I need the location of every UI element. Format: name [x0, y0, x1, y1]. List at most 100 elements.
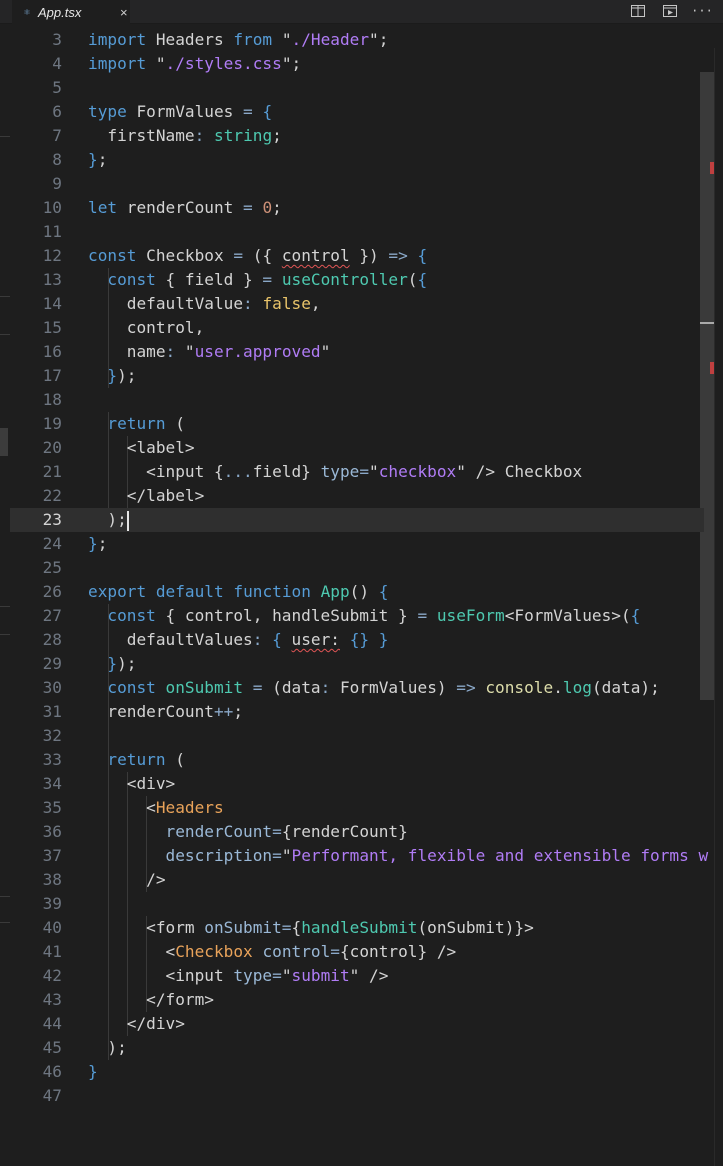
code-token: onSubmit [204, 918, 282, 937]
code-line[interactable]: 44 </div> [10, 1012, 704, 1036]
code-token: " [281, 846, 292, 865]
code-token: " /> [349, 966, 389, 985]
code-token: console [485, 678, 554, 697]
code-line[interactable]: 37 description="Performant, flexible and… [10, 844, 709, 868]
code-line[interactable]: 4 import "./styles.css"; [10, 52, 704, 76]
code-token: const [88, 246, 137, 265]
code-token: let [88, 198, 118, 217]
code-token: ++ [213, 702, 234, 721]
code-line[interactable]: 23 ); [10, 508, 704, 532]
line-code: <Headers [88, 796, 224, 820]
preview-icon[interactable] [659, 1, 681, 21]
divider [0, 334, 10, 335]
code-token: } [88, 654, 118, 673]
code-line[interactable]: 13 const { field } = useController({ [10, 268, 704, 292]
code-line[interactable]: 33 return ( [10, 748, 704, 772]
code-line[interactable]: 12 const Checkbox = ({ control }) => { [10, 244, 704, 268]
code-token: " [146, 54, 166, 73]
code-line[interactable]: 42 <input type="submit" /> [10, 964, 704, 988]
code-line[interactable]: 9 [10, 172, 704, 196]
code-line[interactable]: 20 <label> [10, 436, 704, 460]
code-line[interactable]: 28 defaultValues: { user: {} } [10, 628, 704, 652]
code-line[interactable]: 34 <div> [10, 772, 704, 796]
line-number: 10 [42, 198, 62, 217]
code-line[interactable]: 31 renderCount++; [10, 700, 704, 724]
code-line[interactable]: 18 [10, 388, 704, 412]
code-line[interactable]: 22 </label> [10, 484, 704, 508]
code-token: <input { [88, 462, 224, 481]
code-line[interactable]: 3 import Headers from "./Header"; [10, 28, 704, 52]
code-token: = [359, 462, 370, 481]
code-line[interactable]: 30 const onSubmit = (data: FormValues) =… [10, 676, 704, 700]
code-line[interactable]: 19 return ( [10, 412, 704, 436]
code-token: = [281, 918, 292, 937]
code-line[interactable]: 8}; [10, 148, 704, 172]
line-number: 35 [42, 798, 62, 817]
code-line[interactable]: 29 }); [10, 652, 704, 676]
line-code: <input type="submit" /> [88, 964, 389, 988]
code-token: " [175, 342, 195, 361]
code-line[interactable]: 14 defaultValue: false, [10, 292, 704, 316]
line-number: 29 [42, 654, 62, 673]
split-editor-icon[interactable] [627, 1, 649, 21]
code-line[interactable]: 6 type FormValues = { [10, 100, 704, 124]
code-token: " [320, 342, 331, 361]
code-token: = [243, 198, 253, 217]
code-line[interactable]: 21 <input {...field} type="checkbox" /> … [10, 460, 704, 484]
divider [0, 296, 10, 297]
code-token: : [243, 294, 253, 313]
code-line[interactable]: 27 const { control, handleSubmit } = use… [10, 604, 704, 628]
divider [0, 896, 10, 897]
code-line[interactable]: 15 control, [10, 316, 704, 340]
code-token: type [88, 102, 127, 121]
code-line[interactable]: 32 [10, 724, 704, 748]
code-line[interactable]: 38 /> [10, 868, 704, 892]
code-token: = [262, 270, 273, 289]
code-line[interactable]: 41 <Checkbox control={control} /> [10, 940, 704, 964]
line-number: 3 [52, 30, 62, 49]
code-line[interactable]: 36 renderCount={renderCount} [10, 820, 704, 844]
code-line[interactable]: 11 [10, 220, 704, 244]
code-token: } [88, 1062, 98, 1081]
code-line[interactable]: 45 ); [10, 1036, 704, 1060]
code-token: {control} /> [339, 942, 457, 961]
code-editor[interactable]: 3 import Headers from "./Header"; 4 import … [10, 24, 723, 1166]
code-line[interactable]: 39 [10, 892, 704, 916]
line-code: </div> [88, 1012, 185, 1036]
line-number: 15 [42, 318, 62, 337]
code-line[interactable]: 7 firstName: string; [10, 124, 704, 148]
close-tab-icon[interactable]: × [120, 5, 128, 20]
code-token: /> [88, 870, 166, 889]
line-code: </label> [88, 484, 205, 508]
code-line[interactable]: 40 <form onSubmit={handleSubmit(onSubmit… [10, 916, 704, 940]
code-token: " [272, 30, 292, 49]
code-token: Checkbox [136, 246, 234, 265]
code-line[interactable]: 24}; [10, 532, 704, 556]
more-actions-icon[interactable]: ··· [691, 1, 713, 21]
code-line[interactable]: 47 [10, 1084, 704, 1108]
code-token: type [233, 966, 273, 985]
line-code: firstName: string; [88, 124, 281, 148]
code-token: ./Header [291, 30, 370, 49]
line-number: 37 [42, 846, 62, 865]
code-token: <form [88, 918, 205, 937]
code-token: . [553, 678, 563, 697]
code-line[interactable]: 26 export default function App() { [10, 580, 704, 604]
code-line[interactable]: 25 [10, 556, 704, 580]
code-token: { field } [155, 270, 263, 289]
code-token: Performant, flexible and extensible form… [291, 846, 709, 865]
tab-app-tsx[interactable]: ⚛ App.tsx × [12, 0, 130, 24]
code-line[interactable]: 16 name: "user.approved" [10, 340, 704, 364]
vertical-scrollbar-track[interactable] [714, 48, 723, 1166]
code-line[interactable]: 10 let renderCount = 0; [10, 196, 704, 220]
code-line[interactable]: 17 }); [10, 364, 704, 388]
line-number: 18 [42, 390, 62, 409]
code-line[interactable]: 5 [10, 76, 704, 100]
code-line[interactable]: 35 <Headers [10, 796, 704, 820]
code-token: "; [281, 54, 302, 73]
code-line[interactable]: 46} [10, 1060, 704, 1084]
code-line[interactable]: 43 </form> [10, 988, 704, 1012]
code-token: (data [262, 678, 321, 697]
